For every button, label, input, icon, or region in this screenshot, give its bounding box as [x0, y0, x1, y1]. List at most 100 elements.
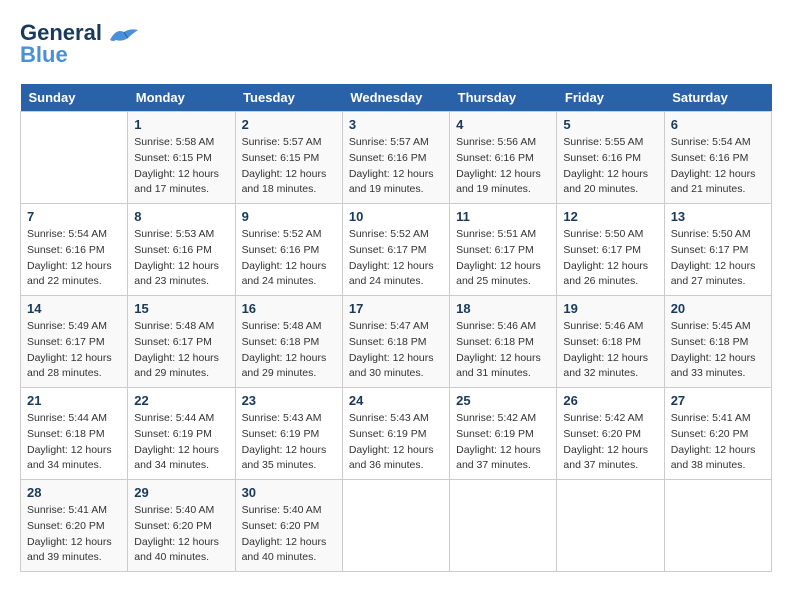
calendar-week-row: 21 Sunrise: 5:44 AM Sunset: 6:18 PM Dayl… [21, 388, 772, 480]
day-info: Sunrise: 5:40 AM Sunset: 6:20 PM Dayligh… [242, 503, 336, 566]
day-number: 9 [242, 209, 336, 224]
day-info: Sunrise: 5:42 AM Sunset: 6:20 PM Dayligh… [563, 411, 657, 474]
day-number: 13 [671, 209, 765, 224]
calendar-cell: 15 Sunrise: 5:48 AM Sunset: 6:17 PM Dayl… [128, 296, 235, 388]
calendar-cell: 11 Sunrise: 5:51 AM Sunset: 6:17 PM Dayl… [450, 204, 557, 296]
day-number: 7 [27, 209, 121, 224]
day-info: Sunrise: 5:56 AM Sunset: 6:16 PM Dayligh… [456, 135, 550, 198]
day-info: Sunrise: 5:50 AM Sunset: 6:17 PM Dayligh… [563, 227, 657, 290]
calendar-cell [342, 480, 449, 572]
day-number: 18 [456, 301, 550, 316]
calendar-cell: 30 Sunrise: 5:40 AM Sunset: 6:20 PM Dayl… [235, 480, 342, 572]
calendar-cell [664, 480, 771, 572]
day-info: Sunrise: 5:52 AM Sunset: 6:16 PM Dayligh… [242, 227, 336, 290]
calendar-cell: 27 Sunrise: 5:41 AM Sunset: 6:20 PM Dayl… [664, 388, 771, 480]
day-info: Sunrise: 5:40 AM Sunset: 6:20 PM Dayligh… [134, 503, 228, 566]
page-header: General Blue [20, 20, 772, 68]
day-number: 4 [456, 117, 550, 132]
calendar-cell: 25 Sunrise: 5:42 AM Sunset: 6:19 PM Dayl… [450, 388, 557, 480]
calendar-cell [450, 480, 557, 572]
calendar-cell: 24 Sunrise: 5:43 AM Sunset: 6:19 PM Dayl… [342, 388, 449, 480]
day-number: 22 [134, 393, 228, 408]
calendar-cell: 8 Sunrise: 5:53 AM Sunset: 6:16 PM Dayli… [128, 204, 235, 296]
logo-blue: Blue [20, 42, 68, 68]
day-number: 25 [456, 393, 550, 408]
calendar-cell: 2 Sunrise: 5:57 AM Sunset: 6:15 PM Dayli… [235, 112, 342, 204]
day-info: Sunrise: 5:50 AM Sunset: 6:17 PM Dayligh… [671, 227, 765, 290]
weekday-header: Tuesday [235, 84, 342, 112]
calendar-week-row: 1 Sunrise: 5:58 AM Sunset: 6:15 PM Dayli… [21, 112, 772, 204]
calendar-cell: 14 Sunrise: 5:49 AM Sunset: 6:17 PM Dayl… [21, 296, 128, 388]
logo: General Blue [20, 20, 140, 68]
day-number: 16 [242, 301, 336, 316]
calendar-cell: 19 Sunrise: 5:46 AM Sunset: 6:18 PM Dayl… [557, 296, 664, 388]
calendar-cell [557, 480, 664, 572]
calendar-cell: 23 Sunrise: 5:43 AM Sunset: 6:19 PM Dayl… [235, 388, 342, 480]
calendar-cell: 10 Sunrise: 5:52 AM Sunset: 6:17 PM Dayl… [342, 204, 449, 296]
day-info: Sunrise: 5:48 AM Sunset: 6:17 PM Dayligh… [134, 319, 228, 382]
day-info: Sunrise: 5:48 AM Sunset: 6:18 PM Dayligh… [242, 319, 336, 382]
day-info: Sunrise: 5:41 AM Sunset: 6:20 PM Dayligh… [671, 411, 765, 474]
day-number: 12 [563, 209, 657, 224]
day-number: 5 [563, 117, 657, 132]
day-number: 10 [349, 209, 443, 224]
day-number: 23 [242, 393, 336, 408]
day-number: 27 [671, 393, 765, 408]
calendar-body: 1 Sunrise: 5:58 AM Sunset: 6:15 PM Dayli… [21, 112, 772, 572]
day-number: 30 [242, 485, 336, 500]
calendar-cell: 1 Sunrise: 5:58 AM Sunset: 6:15 PM Dayli… [128, 112, 235, 204]
calendar-cell: 9 Sunrise: 5:52 AM Sunset: 6:16 PM Dayli… [235, 204, 342, 296]
calendar-cell [21, 112, 128, 204]
day-info: Sunrise: 5:43 AM Sunset: 6:19 PM Dayligh… [349, 411, 443, 474]
day-number: 11 [456, 209, 550, 224]
calendar-cell: 16 Sunrise: 5:48 AM Sunset: 6:18 PM Dayl… [235, 296, 342, 388]
calendar-cell: 22 Sunrise: 5:44 AM Sunset: 6:19 PM Dayl… [128, 388, 235, 480]
day-info: Sunrise: 5:41 AM Sunset: 6:20 PM Dayligh… [27, 503, 121, 566]
day-number: 19 [563, 301, 657, 316]
calendar-cell: 29 Sunrise: 5:40 AM Sunset: 6:20 PM Dayl… [128, 480, 235, 572]
day-number: 15 [134, 301, 228, 316]
day-info: Sunrise: 5:44 AM Sunset: 6:19 PM Dayligh… [134, 411, 228, 474]
day-number: 17 [349, 301, 443, 316]
weekday-header: Monday [128, 84, 235, 112]
calendar-cell: 21 Sunrise: 5:44 AM Sunset: 6:18 PM Dayl… [21, 388, 128, 480]
calendar-cell: 6 Sunrise: 5:54 AM Sunset: 6:16 PM Dayli… [664, 112, 771, 204]
day-info: Sunrise: 5:47 AM Sunset: 6:18 PM Dayligh… [349, 319, 443, 382]
day-number: 6 [671, 117, 765, 132]
calendar-header-row: SundayMondayTuesdayWednesdayThursdayFrid… [21, 84, 772, 112]
day-info: Sunrise: 5:57 AM Sunset: 6:15 PM Dayligh… [242, 135, 336, 198]
weekday-header: Sunday [21, 84, 128, 112]
day-info: Sunrise: 5:57 AM Sunset: 6:16 PM Dayligh… [349, 135, 443, 198]
calendar-cell: 5 Sunrise: 5:55 AM Sunset: 6:16 PM Dayli… [557, 112, 664, 204]
weekday-header: Friday [557, 84, 664, 112]
calendar-week-row: 28 Sunrise: 5:41 AM Sunset: 6:20 PM Dayl… [21, 480, 772, 572]
calendar-cell: 18 Sunrise: 5:46 AM Sunset: 6:18 PM Dayl… [450, 296, 557, 388]
day-info: Sunrise: 5:52 AM Sunset: 6:17 PM Dayligh… [349, 227, 443, 290]
day-info: Sunrise: 5:54 AM Sunset: 6:16 PM Dayligh… [671, 135, 765, 198]
weekday-header: Saturday [664, 84, 771, 112]
day-info: Sunrise: 5:58 AM Sunset: 6:15 PM Dayligh… [134, 135, 228, 198]
calendar-cell: 7 Sunrise: 5:54 AM Sunset: 6:16 PM Dayli… [21, 204, 128, 296]
day-number: 29 [134, 485, 228, 500]
calendar-cell: 26 Sunrise: 5:42 AM Sunset: 6:20 PM Dayl… [557, 388, 664, 480]
calendar-table: SundayMondayTuesdayWednesdayThursdayFrid… [20, 84, 772, 572]
weekday-header: Wednesday [342, 84, 449, 112]
day-info: Sunrise: 5:44 AM Sunset: 6:18 PM Dayligh… [27, 411, 121, 474]
calendar-cell: 12 Sunrise: 5:50 AM Sunset: 6:17 PM Dayl… [557, 204, 664, 296]
weekday-header: Thursday [450, 84, 557, 112]
day-info: Sunrise: 5:54 AM Sunset: 6:16 PM Dayligh… [27, 227, 121, 290]
calendar-cell: 3 Sunrise: 5:57 AM Sunset: 6:16 PM Dayli… [342, 112, 449, 204]
day-info: Sunrise: 5:53 AM Sunset: 6:16 PM Dayligh… [134, 227, 228, 290]
day-info: Sunrise: 5:55 AM Sunset: 6:16 PM Dayligh… [563, 135, 657, 198]
day-number: 26 [563, 393, 657, 408]
calendar-cell: 17 Sunrise: 5:47 AM Sunset: 6:18 PM Dayl… [342, 296, 449, 388]
calendar-week-row: 7 Sunrise: 5:54 AM Sunset: 6:16 PM Dayli… [21, 204, 772, 296]
day-info: Sunrise: 5:45 AM Sunset: 6:18 PM Dayligh… [671, 319, 765, 382]
calendar-cell: 13 Sunrise: 5:50 AM Sunset: 6:17 PM Dayl… [664, 204, 771, 296]
logo-bird-icon [108, 26, 140, 46]
calendar-week-row: 14 Sunrise: 5:49 AM Sunset: 6:17 PM Dayl… [21, 296, 772, 388]
day-info: Sunrise: 5:46 AM Sunset: 6:18 PM Dayligh… [456, 319, 550, 382]
day-number: 3 [349, 117, 443, 132]
day-number: 20 [671, 301, 765, 316]
day-number: 8 [134, 209, 228, 224]
